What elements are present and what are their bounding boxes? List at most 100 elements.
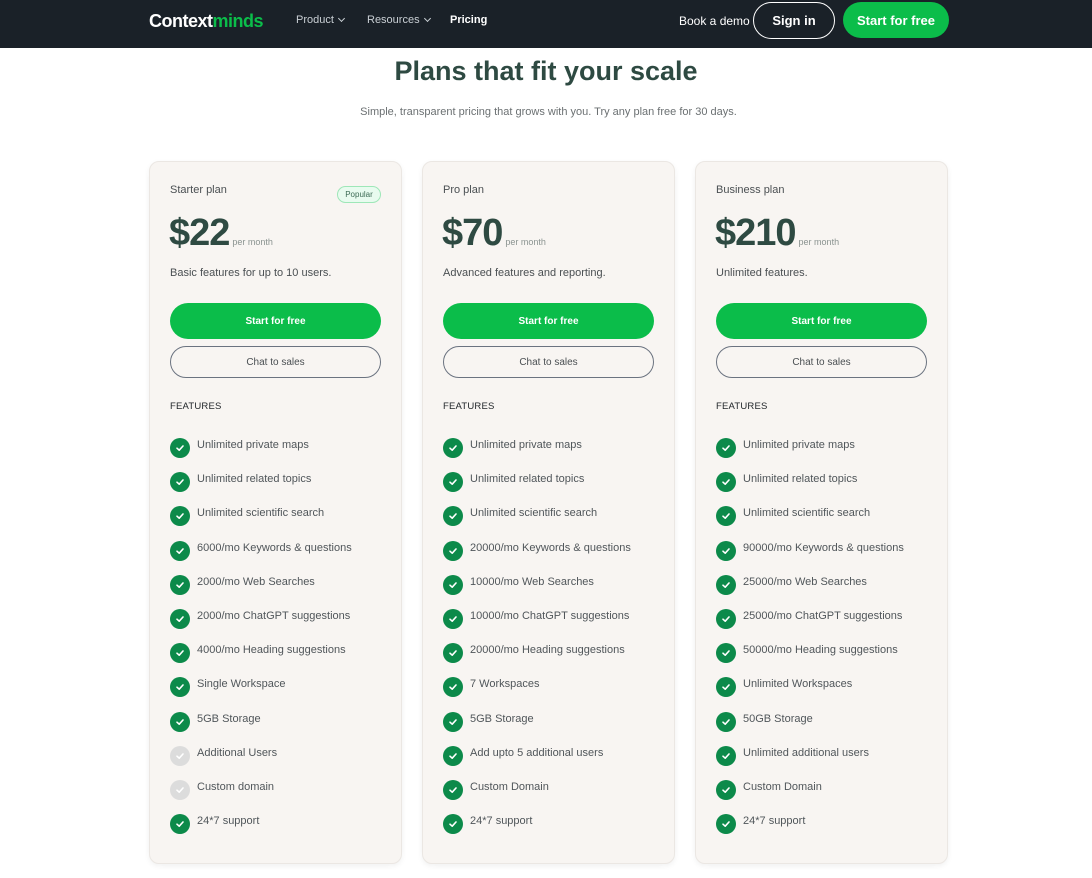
- price-period: per month: [505, 237, 546, 247]
- price-row: $70 per month: [442, 212, 546, 255]
- check-circle-icon: [716, 438, 736, 458]
- plan-name: Business plan: [716, 184, 785, 196]
- feature-label: 10000/mo Web Searches: [470, 575, 594, 588]
- feature-label: Additional Users: [197, 746, 278, 759]
- nav-link-label: Resources: [367, 14, 420, 26]
- check-circle-icon: [716, 779, 736, 800]
- feature-list: Unlimited private maps Unlimited related …: [443, 438, 631, 848]
- feature-label: Unlimited private maps: [470, 439, 582, 451]
- plan-description: Advanced features and reporting.: [443, 267, 606, 279]
- feature-item: Unlimited private maps: [716, 438, 904, 472]
- feature-item: 10000/mo Web Searches: [443, 574, 631, 609]
- feature-item: Unlimited additional users: [716, 745, 904, 780]
- feature-label: 20000/mo Keywords & questions: [470, 541, 631, 554]
- plan-card-pro-plan: Pro plan $70 per month Advanced features…: [422, 161, 675, 864]
- logo[interactable]: Contextminds: [149, 11, 264, 32]
- check-circle-icon: [170, 472, 190, 493]
- check-circle-icon: [443, 574, 463, 595]
- features-heading: FEATURES: [443, 401, 495, 412]
- feature-item: 24*7 support: [716, 814, 904, 848]
- feature-item: Unlimited private maps: [170, 438, 352, 472]
- feature-item: 5GB Storage: [443, 711, 631, 746]
- feature-label: 5GB Storage: [470, 712, 534, 725]
- check-circle-icon: [170, 814, 190, 835]
- feature-label: 25000/mo Web Searches: [743, 575, 867, 588]
- check-circle-icon: [716, 745, 736, 766]
- check-circle-icon: [443, 814, 463, 835]
- feature-item: Single Workspace: [170, 677, 352, 711]
- feature-item: Unlimited related topics: [716, 472, 904, 506]
- check-circle-icon: [443, 677, 463, 698]
- check-circle-icon: [443, 506, 463, 527]
- check-circle-icon: [170, 506, 190, 527]
- feature-item: 24*7 support: [443, 814, 631, 848]
- feature-label: 6000/mo Keywords & questions: [197, 541, 352, 554]
- feature-label: 2000/mo Web Searches: [197, 575, 315, 588]
- check-circle-icon: [716, 506, 736, 527]
- feature-item: 20000/mo Keywords & questions: [443, 540, 631, 575]
- start-for-free-button[interactable]: Start for free: [443, 303, 654, 339]
- plan-name: Pro plan: [443, 184, 484, 196]
- feature-label: 50000/mo Heading suggestions: [743, 644, 898, 657]
- check-circle-icon: [443, 779, 463, 800]
- feature-label: 2000/mo ChatGPT suggestions: [197, 609, 351, 622]
- price-period: per month: [798, 237, 840, 247]
- feature-list: Unlimited private maps Unlimited related …: [170, 438, 352, 848]
- feature-item: 7 Workspaces: [443, 677, 631, 711]
- chevron-down-icon: [423, 14, 431, 23]
- check-circle-icon: [170, 608, 190, 629]
- feature-item: 24*7 support: [170, 814, 352, 848]
- check-circle-icon: [716, 814, 736, 835]
- feature-label: Unlimited additional users: [743, 746, 869, 759]
- check-circle-icon: [716, 540, 736, 561]
- feature-item: Unlimited private maps: [443, 438, 631, 472]
- start-for-free-nav-button[interactable]: Start for free: [843, 2, 949, 38]
- feature-label: Single Workspace: [197, 678, 286, 691]
- chat-to-sales-button[interactable]: Chat to sales: [716, 346, 927, 378]
- feature-item: Custom Domain: [443, 779, 631, 814]
- feature-item: Unlimited scientific search: [170, 506, 352, 540]
- page-subtitle: Simple, transparent pricing that grows w…: [360, 106, 737, 118]
- book-demo-link[interactable]: Book a demo: [679, 14, 750, 28]
- feature-item: Custom Domain: [716, 779, 904, 814]
- feature-label: Unlimited scientific search: [743, 507, 871, 520]
- check-circle-icon: [443, 608, 463, 629]
- feature-item: Unlimited related topics: [170, 472, 352, 506]
- feature-label: 24*7 support: [743, 815, 806, 828]
- check-circle-icon: [443, 711, 463, 732]
- nav-link-product[interactable]: Product: [296, 14, 345, 26]
- feature-label: Custom Domain: [470, 780, 549, 793]
- sign-in-button[interactable]: Sign in: [753, 2, 835, 39]
- start-for-free-button[interactable]: Start for free: [716, 303, 927, 339]
- feature-label: 4000/mo Heading suggestions: [197, 644, 346, 657]
- feature-item: 20000/mo Heading suggestions: [443, 643, 631, 677]
- feature-item: Unlimited scientific search: [716, 506, 904, 540]
- chevron-down-icon: [337, 14, 345, 23]
- feature-item: 2000/mo Web Searches: [170, 574, 352, 609]
- feature-label: Unlimited related topics: [743, 473, 858, 486]
- nav-link-pricing[interactable]: Pricing: [450, 14, 487, 26]
- feature-item: 2000/mo ChatGPT suggestions: [170, 608, 352, 643]
- chat-to-sales-button[interactable]: Chat to sales: [170, 346, 381, 378]
- feature-item: Add upto 5 additional users: [443, 745, 631, 780]
- features-heading: FEATURES: [716, 401, 768, 412]
- feature-label: Unlimited Workspaces: [743, 678, 853, 691]
- check-circle-disabled-icon: [170, 745, 190, 766]
- start-for-free-button[interactable]: Start for free: [170, 303, 381, 339]
- feature-label: 24*7 support: [470, 815, 533, 828]
- plan-card-business-plan: Business plan $210 per month Unlimited f…: [695, 161, 948, 864]
- chat-to-sales-button[interactable]: Chat to sales: [443, 346, 654, 378]
- check-circle-icon: [443, 438, 463, 458]
- nav-link-resources[interactable]: Resources: [367, 14, 431, 26]
- plan-name: Starter plan: [170, 184, 227, 196]
- feature-label: 10000/mo ChatGPT suggestions: [470, 609, 630, 622]
- check-circle-icon: [716, 677, 736, 698]
- feature-list: Unlimited private maps Unlimited related …: [716, 438, 904, 848]
- feature-item: 10000/mo ChatGPT suggestions: [443, 608, 631, 643]
- logo-text-minds: minds: [212, 11, 264, 31]
- features-heading: FEATURES: [170, 401, 222, 412]
- check-circle-disabled-icon: [170, 779, 190, 800]
- feature-label: Custom domain: [197, 780, 275, 793]
- check-circle-icon: [716, 608, 736, 629]
- feature-label: 90000/mo Keywords & questions: [743, 541, 904, 554]
